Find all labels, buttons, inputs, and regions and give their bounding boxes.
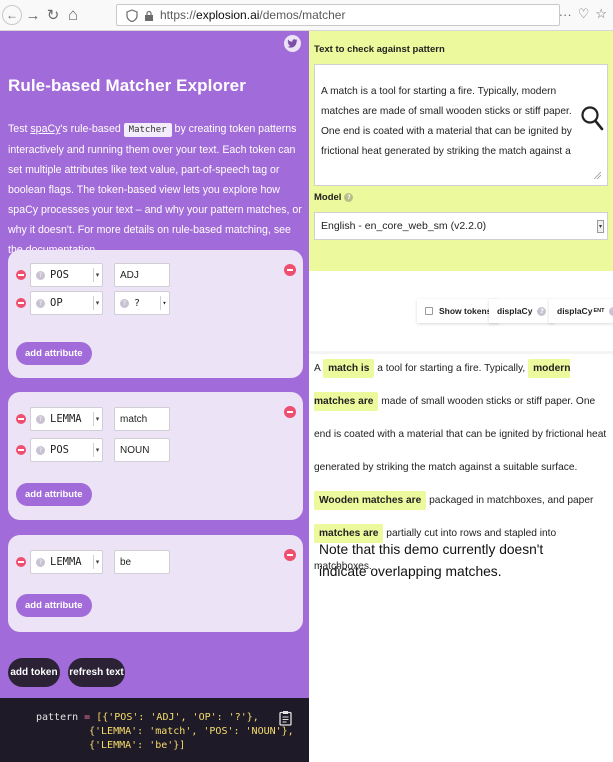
remove-attribute-button[interactable] xyxy=(16,298,26,308)
overlap-note: Note that this demo currently doesn't in… xyxy=(319,542,544,579)
attribute-select[interactable]: ? LEMMA ▾ xyxy=(30,550,103,574)
remove-token-button[interactable] xyxy=(284,549,296,561)
tracking-shield-icon[interactable] xyxy=(126,8,138,22)
help-icon[interactable]: ? xyxy=(36,414,45,424)
tab-displacy-ent[interactable]: displaCyENT? xyxy=(549,299,613,323)
add-token-button[interactable]: add token xyxy=(8,658,60,687)
token-card: ? LEMMA ▾ be add attribute xyxy=(8,535,303,632)
chevron-down-icon: ▾ xyxy=(93,296,101,310)
remove-attribute-button[interactable] xyxy=(16,414,26,424)
resize-grip-icon[interactable] xyxy=(593,171,601,179)
results-panel: Show tokens displaCy? displaCyENT? A mat… xyxy=(309,271,613,572)
attribute-row: ? OP ▾ ?? ▾ xyxy=(16,291,170,315)
chevron-down-icon: ▾ xyxy=(93,555,101,569)
token-card: ? POS ▾ ADJ ? OP ▾ ?? ▾ add attribute xyxy=(8,250,303,378)
clipboard-icon[interactable] xyxy=(279,710,292,726)
remove-attribute-button[interactable] xyxy=(16,445,26,455)
chevron-down-icon: ▾ xyxy=(93,443,101,457)
show-tokens-checkbox[interactable] xyxy=(425,307,433,315)
help-icon[interactable]: ? xyxy=(36,445,45,455)
spacy-link[interactable]: spaCy xyxy=(30,123,60,135)
chevron-down-icon: ▾ xyxy=(93,268,101,282)
intro-paragraph: Test spaCy's rule-based Matcher by creat… xyxy=(8,119,304,260)
remove-token-button[interactable] xyxy=(284,264,296,276)
help-icon[interactable]: ? xyxy=(36,270,45,280)
attribute-row: ? LEMMA ▾ be xyxy=(16,550,170,574)
attribute-select[interactable]: ? POS ▾ xyxy=(30,438,103,462)
attribute-value-input[interactable]: be xyxy=(114,550,170,574)
page-title: Rule-based Matcher Explorer xyxy=(8,76,246,95)
attribute-row: ? POS ▾ ADJ xyxy=(16,263,170,287)
attribute-select[interactable]: ? LEMMA ▾ xyxy=(30,407,103,431)
refresh-text-button[interactable]: refresh text xyxy=(68,658,125,687)
attribute-select[interactable]: ? POS ▾ xyxy=(30,263,103,287)
browser-toolbar: ← → ↻ ⌂ https://explosion.ai/demos/match… xyxy=(0,0,613,31)
help-icon[interactable]: ? xyxy=(537,306,547,316)
lock-icon[interactable] xyxy=(144,10,154,21)
model-select[interactable]: English - en_core_web_sm (v2.2.0) ▾ xyxy=(314,212,608,240)
chevron-down-icon: ▾ xyxy=(160,296,168,310)
bookmark-star-icon[interactable]: ☆ xyxy=(595,6,607,22)
remove-token-button[interactable] xyxy=(284,406,296,418)
pocket-icon[interactable]: ♡ xyxy=(578,6,590,22)
twitter-share-button[interactable] xyxy=(284,35,301,52)
attribute-value-input[interactable]: ADJ xyxy=(114,263,170,287)
page-actions-icon[interactable]: ··· xyxy=(559,7,572,22)
forward-icon[interactable]: → xyxy=(24,5,42,25)
reload-icon[interactable]: ↻ xyxy=(44,5,62,25)
text-input[interactable]: A match is a tool for starting a fire. T… xyxy=(314,64,608,186)
attribute-value-input[interactable]: match xyxy=(114,407,170,431)
chevron-down-icon: ▾ xyxy=(93,412,101,426)
operator-select[interactable]: ?? ▾ xyxy=(114,291,170,315)
attribute-value-input[interactable]: NOUN xyxy=(114,438,170,462)
model-label: Model? xyxy=(314,192,358,203)
help-icon[interactable]: ? xyxy=(36,557,45,567)
url-text: https://explosion.ai/demos/matcher xyxy=(160,8,346,22)
match-highlight: match is xyxy=(323,359,375,378)
text-label: Text to check against pattern xyxy=(314,44,445,55)
matcher-editor-panel: Rule-based Matcher Explorer Test spaCy's… xyxy=(0,31,309,762)
text-input-panel: Text to check against pattern A match is… xyxy=(309,31,613,271)
back-icon[interactable]: ← xyxy=(2,5,22,25)
text-input-value: A match is a tool for starting a fire. T… xyxy=(321,86,572,157)
address-bar[interactable]: https://explosion.ai/demos/matcher xyxy=(116,4,560,26)
tab-show-tokens[interactable]: Show tokens xyxy=(417,299,500,323)
view-tabs: Show tokens displaCy? displaCyENT? xyxy=(309,299,613,354)
help-icon[interactable]: ? xyxy=(609,306,613,316)
add-attribute-button[interactable]: add attribute xyxy=(16,483,92,506)
match-highlight: Wooden matches are xyxy=(314,491,427,510)
token-card: ? LEMMA ▾ match ? POS ▾ NOUN add attribute xyxy=(8,392,303,520)
tab-displacy[interactable]: displaCy? xyxy=(489,299,555,323)
help-icon[interactable]: ? xyxy=(36,298,45,308)
add-attribute-button[interactable]: add attribute xyxy=(16,594,92,617)
attribute-row: ? POS ▾ NOUN xyxy=(16,438,170,462)
remove-attribute-button[interactable] xyxy=(16,270,26,280)
twitter-icon xyxy=(287,39,298,48)
search-icon[interactable] xyxy=(580,105,604,133)
attribute-row: ? LEMMA ▾ match xyxy=(16,407,170,431)
remove-attribute-button[interactable] xyxy=(16,557,26,567)
home-icon[interactable]: ⌂ xyxy=(64,5,82,25)
add-attribute-button[interactable]: add attribute xyxy=(16,342,92,365)
pattern-code-block: pattern = [{'POS': 'ADJ', 'OP': '?'}, {'… xyxy=(0,698,309,762)
matcher-code-tag: Matcher xyxy=(123,123,172,137)
chevron-down-icon: ▾ xyxy=(597,220,604,233)
attribute-select[interactable]: ? OP ▾ xyxy=(30,291,103,315)
help-icon[interactable]: ? xyxy=(344,193,354,202)
help-icon[interactable]: ? xyxy=(120,298,129,308)
